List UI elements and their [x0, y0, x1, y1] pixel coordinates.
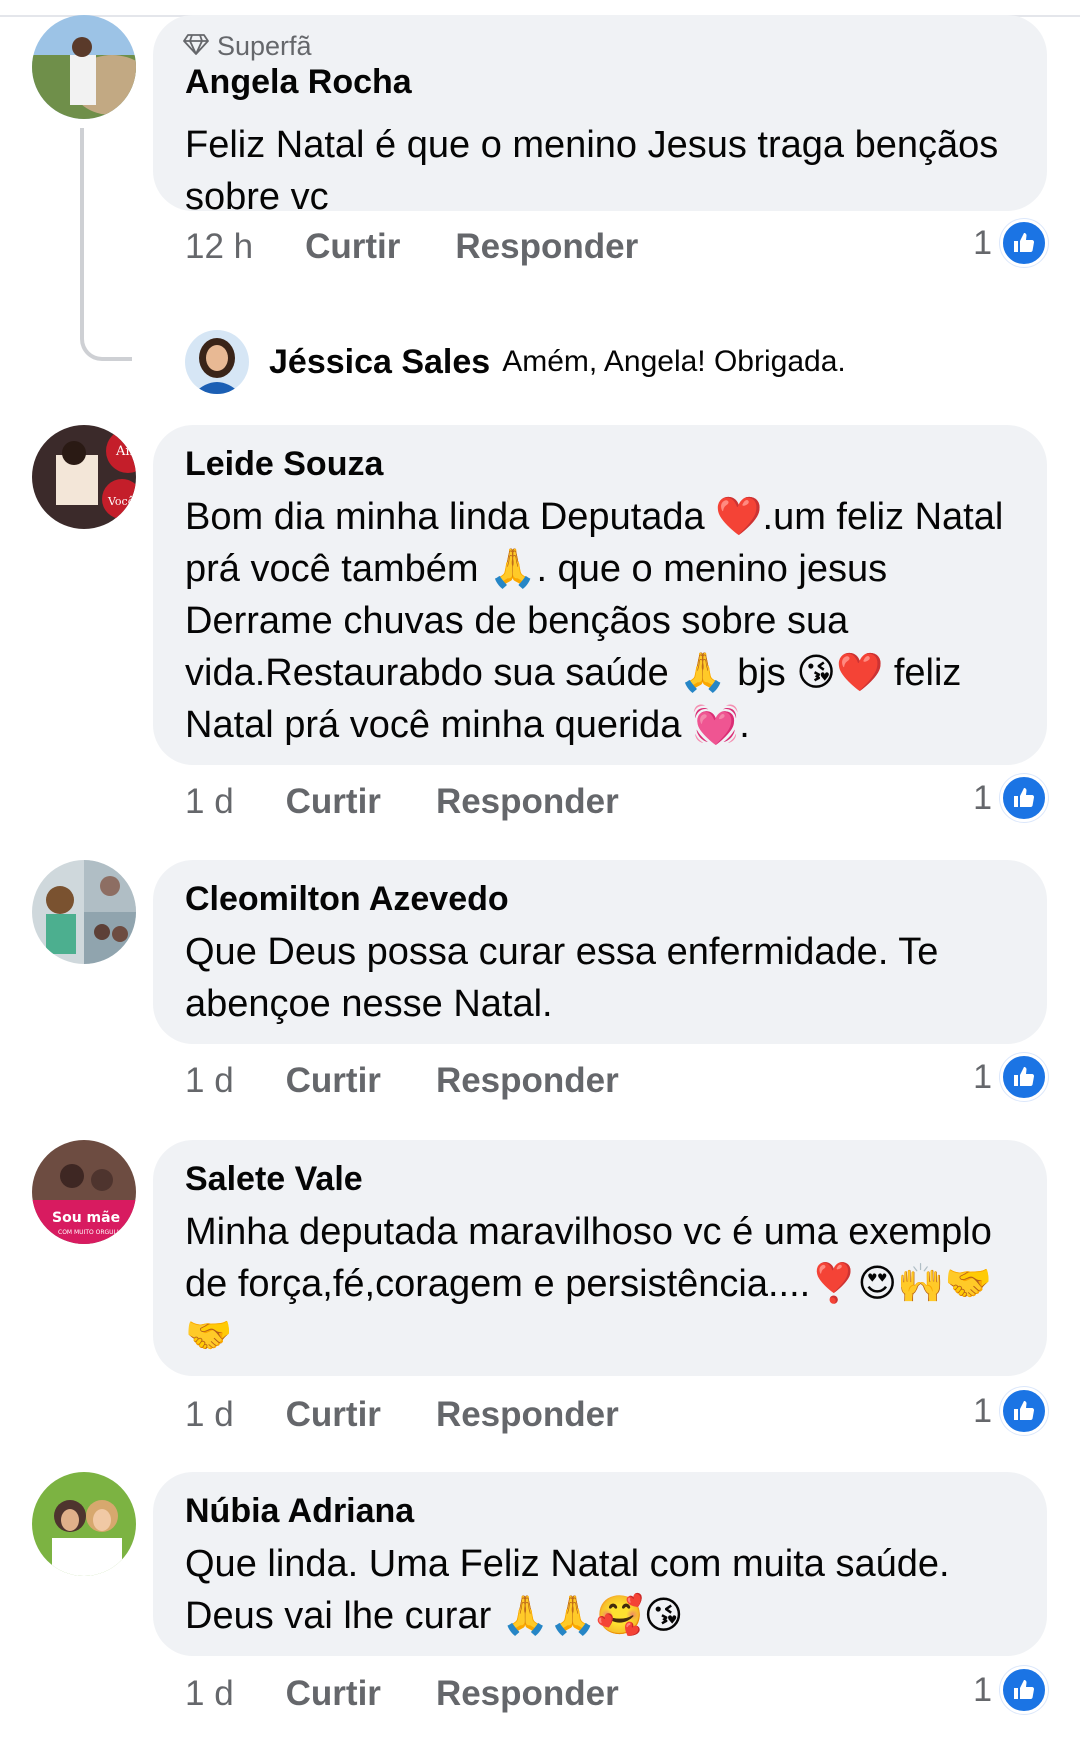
comment-bubble: Leide Souza Bom dia minha linda Deputada… — [153, 425, 1047, 765]
thumbs-up-icon — [1000, 1666, 1048, 1714]
comment-bubble: Núbia Adriana Que linda. Uma Feliz Natal… — [153, 1472, 1047, 1656]
avatar-text-am: Am — [115, 444, 136, 459]
comment-actions: 1 d Curtir Responder — [185, 1056, 619, 1106]
thumbs-up-icon — [1000, 219, 1048, 267]
comment-actions: 1 d Curtir Responder — [185, 1390, 619, 1440]
like-button[interactable]: Curtir — [286, 1061, 381, 1101]
reaction-summary[interactable]: 1 — [973, 1386, 1048, 1436]
reply-button[interactable]: Responder — [436, 1674, 619, 1714]
comment-text: Que linda. Uma Feliz Natal com muita saú… — [185, 1543, 950, 1637]
reply-text: Amém, Angela! Obrigada. — [502, 345, 846, 378]
reaction-summary[interactable]: 1 — [973, 218, 1048, 268]
avatar-text-voce: Você — [107, 495, 134, 508]
comment-time[interactable]: 1 d — [185, 782, 234, 822]
reaction-summary[interactable]: 1 — [973, 1052, 1048, 1102]
comment-text: Minha deputada maravilhoso vc é uma exem… — [185, 1211, 992, 1357]
comment-bubble: Superfã Angela Rocha Feliz Natal é que o… — [153, 15, 1047, 218]
comment-bubble: Cleomilton Azevedo Que Deus possa curar … — [153, 860, 1047, 1044]
avatar-salete-vale[interactable]: Sou mãe COM MUITO ORGULHO — [32, 1140, 136, 1244]
reply-thread-line — [80, 128, 132, 361]
avatar-jessica-sales[interactable] — [185, 330, 249, 394]
thumbs-up-icon — [1000, 774, 1048, 822]
comment-author[interactable]: Salete Vale — [185, 1160, 363, 1199]
comment-text: Que Deus possa curar essa enfermidade. T… — [185, 931, 939, 1025]
avatar-nubia-adriana[interactable] — [32, 1472, 136, 1576]
like-button[interactable]: Curtir — [286, 782, 381, 822]
diamond-icon — [183, 31, 209, 62]
reaction-count: 1 — [973, 1670, 992, 1709]
like-button[interactable]: Curtir — [286, 1674, 381, 1714]
badge-label: Superfã — [217, 31, 312, 61]
avatar-text-orgulho: COM MUITO ORGULHO — [58, 1229, 126, 1236]
reply-preview[interactable]: Jéssica Sales Amém, Angela! Obrigada. — [185, 330, 846, 394]
comment-author[interactable]: Cleomilton Azevedo — [185, 880, 509, 919]
reply-author[interactable]: Jéssica Sales — [269, 343, 490, 382]
reaction-count: 1 — [973, 1057, 992, 1096]
avatar-text-sou-mae: Sou mãe — [52, 1210, 120, 1226]
reaction-count: 1 — [973, 223, 992, 262]
comment-text: Bom dia minha linda Deputada ❤️.um feliz… — [185, 496, 1004, 746]
thumbs-up-icon — [1000, 1387, 1048, 1435]
top-fan-badge: Superfã — [183, 31, 312, 62]
reply-button[interactable]: Responder — [436, 1061, 619, 1101]
comment-bubble: Salete Vale Minha deputada maravilhoso v… — [153, 1140, 1047, 1376]
comment-time[interactable]: 1 d — [185, 1674, 234, 1714]
reaction-count: 1 — [973, 1391, 992, 1430]
reaction-summary[interactable]: 1 — [973, 1665, 1048, 1715]
avatar-cleomilton-azevedo[interactable] — [32, 860, 136, 964]
reaction-count: 1 — [973, 778, 992, 817]
comment-time[interactable]: 1 d — [185, 1061, 234, 1101]
comment-actions: 1 d Curtir Responder — [185, 777, 619, 827]
comment-time[interactable]: 12 h — [185, 227, 253, 267]
comment-actions: 1 d Curtir Responder — [185, 1669, 619, 1719]
comment-time[interactable]: 1 d — [185, 1395, 234, 1435]
like-button[interactable]: Curtir — [305, 227, 400, 267]
comment-author[interactable]: Angela Rocha — [185, 63, 412, 102]
comment-author[interactable]: Núbia Adriana — [185, 1492, 414, 1531]
avatar-angela-rocha[interactable] — [32, 15, 136, 119]
comment-actions: 12 h Curtir Responder — [185, 222, 638, 272]
comment-author[interactable]: Leide Souza — [185, 445, 383, 484]
reaction-summary[interactable]: 1 — [973, 773, 1048, 823]
avatar-leide-souza[interactable]: Am Você — [32, 425, 136, 529]
thumbs-up-icon — [1000, 1053, 1048, 1101]
reply-button[interactable]: Responder — [436, 1395, 619, 1435]
reply-button[interactable]: Responder — [436, 782, 619, 822]
comment-text: Feliz Natal é que o menino Jesus traga b… — [185, 124, 999, 218]
reply-button[interactable]: Responder — [455, 227, 638, 267]
like-button[interactable]: Curtir — [286, 1395, 381, 1435]
